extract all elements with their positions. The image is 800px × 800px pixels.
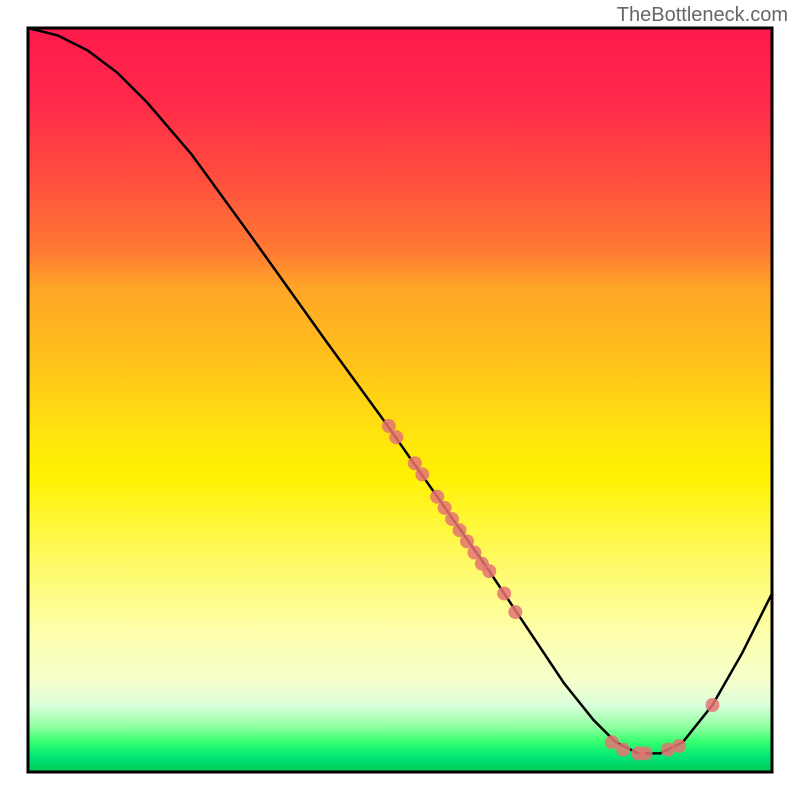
bottleneck-curve bbox=[28, 28, 772, 753]
scatter-point bbox=[389, 430, 403, 444]
chart-svg bbox=[26, 26, 774, 774]
chart-container: TheBottleneck.com bbox=[0, 0, 800, 800]
watermark-label: TheBottleneck.com bbox=[617, 4, 788, 27]
plot-border bbox=[28, 28, 772, 772]
scatter-point bbox=[705, 698, 719, 712]
scatter-point bbox=[616, 743, 630, 757]
scatter-point bbox=[497, 586, 511, 600]
scatter-point bbox=[639, 746, 653, 760]
scatter-point bbox=[415, 467, 429, 481]
scatter-points-group bbox=[382, 419, 720, 760]
scatter-point bbox=[482, 564, 496, 578]
scatter-point bbox=[672, 739, 686, 753]
scatter-point bbox=[508, 605, 522, 619]
